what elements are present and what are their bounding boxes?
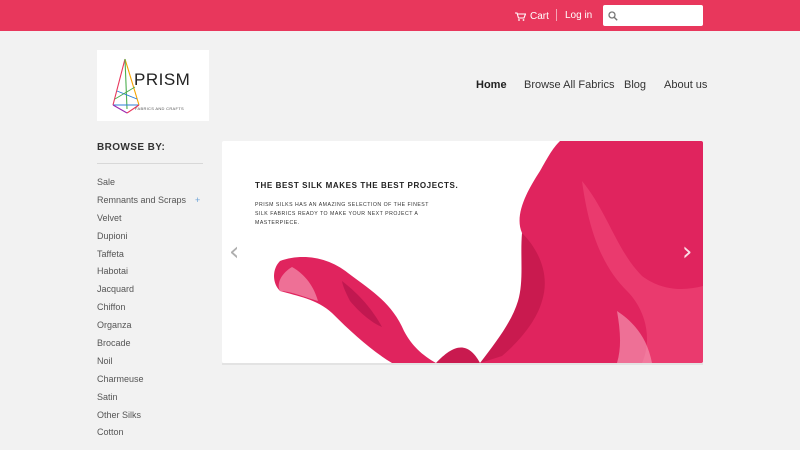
search-input[interactable]: [621, 6, 701, 25]
search-icon: [608, 10, 618, 21]
sidebar-item-label: Jacquard: [97, 284, 135, 295]
sidebar-item-label: Other Silks: [97, 409, 142, 420]
sidebar-item-dupioni[interactable]: Dupioni: [97, 228, 207, 246]
sidebar-item-remnants-and-scraps[interactable]: Remnants and Scraps +: [97, 192, 207, 210]
sidebar-item-label: Dupioni: [97, 230, 128, 241]
login-link[interactable]: Log in: [565, 10, 592, 21]
hero-slideshow[interactable]: THE BEST SILK MAKES THE BEST PROJECTS. P…: [222, 141, 703, 363]
silk-fabric-image: [274, 141, 703, 363]
sidebar-item-noil[interactable]: Noil: [97, 353, 207, 371]
sidebar-item-label: Habotai: [97, 266, 129, 277]
nav-blog[interactable]: Blog: [624, 79, 646, 91]
slideshow-prev-arrow[interactable]: ‹: [229, 237, 239, 267]
sidebar-item-label: Velvet: [97, 212, 122, 223]
sidebar-item-satin[interactable]: Satin: [97, 389, 207, 407]
sidebar-item-velvet[interactable]: Velvet: [97, 210, 207, 228]
sidebar-item-jacquard[interactable]: Jacquard: [97, 281, 207, 299]
sidebar-item-label: Brocade: [97, 338, 131, 349]
sidebar-item-label: Organza: [97, 320, 132, 331]
sidebar-item-organza[interactable]: Organza: [97, 317, 207, 335]
sidebar-title: BROWSE BY:: [97, 142, 166, 153]
category-list: Sale Remnants and Scraps + Velvet Dupioni…: [97, 174, 207, 442]
sidebar-item-label: Sale: [97, 177, 116, 187]
sidebar-item-label: Remnants and Scraps: [97, 194, 187, 205]
sidebar-divider: [97, 163, 203, 164]
hero-bottom-border: [222, 363, 703, 365]
cart-link[interactable]: Cart: [515, 9, 549, 23]
sidebar-item-label: Satin: [97, 391, 118, 402]
sidebar-item-charmeuse[interactable]: Charmeuse: [97, 371, 207, 389]
logo-tagline: FABRICS AND CRAFTS: [135, 106, 184, 111]
search-box[interactable]: [603, 5, 703, 26]
nav-about-us[interactable]: About us: [664, 79, 707, 91]
sidebar-item-sale[interactable]: Sale: [97, 174, 207, 192]
sidebar-item-label: Chiffon: [97, 302, 126, 313]
expand-plus-icon[interactable]: +: [195, 192, 200, 210]
cart-label: Cart: [530, 10, 549, 22]
store-logo[interactable]: PRISM FABRICS AND CRAFTS: [97, 50, 209, 121]
hero-description: PRISM SILKS HAS AN AMAZING SELECTION OF …: [255, 202, 429, 226]
nav-home[interactable]: Home: [476, 79, 507, 91]
hero-headline: THE BEST SILK MAKES THE BEST PROJECTS.: [255, 181, 459, 190]
sidebar-item-other-silks[interactable]: Other Silks: [97, 407, 207, 425]
header-divider: [556, 9, 557, 21]
sidebar-item-habotai[interactable]: Habotai: [97, 263, 207, 281]
sidebar-item-chiffon[interactable]: Chiffon: [97, 299, 207, 317]
nav-browse-all-fabrics[interactable]: Browse All Fabrics: [524, 79, 614, 91]
logo-wordmark: PRISM: [134, 70, 191, 89]
sidebar-item-taffeta[interactable]: Taffeta: [97, 246, 207, 264]
sidebar-item-cotton[interactable]: Cotton: [97, 424, 207, 442]
sidebar-item-label: Noil: [97, 355, 113, 366]
sidebar-item-label: Charmeuse: [97, 373, 144, 384]
sidebar-item-label: Cotton: [97, 427, 124, 438]
cart-icon: [515, 11, 526, 21]
sidebar-item-brocade[interactable]: Brocade: [97, 335, 207, 353]
top-bar: Cart Log in: [0, 0, 800, 31]
slideshow-next-arrow[interactable]: ›: [682, 237, 692, 267]
sidebar-item-label: Taffeta: [97, 248, 124, 259]
